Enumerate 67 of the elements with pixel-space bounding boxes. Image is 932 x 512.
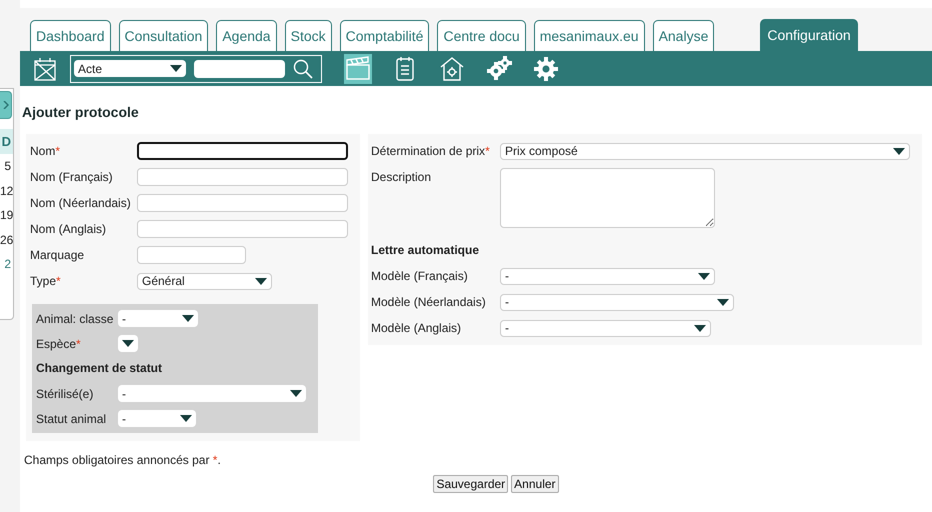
page-title: Ajouter protocole bbox=[22, 103, 140, 122]
dropdown[interactable]: Général bbox=[137, 272, 272, 290]
required-note: Champs obligatoires annoncés par *. bbox=[24, 452, 222, 469]
day-number[interactable]: 12 bbox=[0, 178, 13, 203]
section-heading: Changement de statut bbox=[36, 360, 164, 377]
search-type-dropdown[interactable]: Acte bbox=[74, 60, 186, 77]
field-label: Détermination de prix* bbox=[371, 143, 491, 160]
field-label: Espèce* bbox=[36, 336, 82, 352]
dropdown[interactable]: - bbox=[500, 294, 734, 310]
form-button[interactable]: Annuler bbox=[511, 475, 559, 493]
tab[interactable]: Centre docu bbox=[437, 20, 526, 51]
house-gear-icon bbox=[439, 56, 465, 82]
form-button[interactable]: Sauvegarder bbox=[433, 475, 508, 493]
chevron-icon bbox=[2, 101, 8, 109]
field-label: Modèle (Français) bbox=[371, 268, 469, 285]
dropdown[interactable] bbox=[118, 335, 138, 352]
caret-icon bbox=[255, 278, 267, 284]
tab[interactable]: Configuration bbox=[760, 19, 858, 51]
field-label: Modèle (Anglais) bbox=[371, 320, 462, 337]
clapperboard-icon bbox=[345, 56, 371, 82]
search-icon bbox=[293, 58, 313, 78]
calendar-icon bbox=[34, 56, 56, 80]
tab[interactable]: Consultation bbox=[118, 20, 208, 51]
dropdown[interactable]: - bbox=[500, 268, 715, 284]
dropdown[interactable]: - bbox=[118, 385, 306, 402]
field-label: Statut animal bbox=[36, 410, 108, 428]
gear-icon bbox=[533, 56, 559, 82]
field-label: Nom (Néerlandais) bbox=[30, 195, 132, 212]
text-field[interactable] bbox=[137, 142, 348, 160]
caret-icon bbox=[182, 315, 194, 322]
field-label: Stérilisé(e) bbox=[36, 386, 94, 402]
field-label: Type* bbox=[30, 273, 62, 290]
field-label: Marquage bbox=[30, 247, 86, 264]
caret-icon bbox=[122, 340, 134, 347]
caret-icon bbox=[893, 148, 905, 154]
field-label: Modèle (Néerlandais) bbox=[371, 294, 487, 311]
tab[interactable]: Agenda bbox=[216, 20, 277, 51]
search-field[interactable] bbox=[194, 60, 285, 78]
field-label: Description bbox=[371, 169, 432, 186]
field-label: Animal: classe bbox=[36, 310, 114, 328]
dropdown[interactable]: - bbox=[118, 410, 196, 427]
expand-button[interactable] bbox=[0, 91, 12, 119]
weekday-header: D bbox=[0, 129, 13, 154]
gears-icon bbox=[486, 56, 512, 82]
dropdown[interactable]: Prix composé bbox=[500, 142, 910, 160]
caret-icon bbox=[170, 65, 182, 72]
field-label: Nom (Français) bbox=[30, 169, 114, 186]
field-label: Nom* bbox=[30, 143, 62, 160]
day-number[interactable]: 2 bbox=[0, 252, 13, 276]
tab[interactable]: Analyse bbox=[652, 20, 714, 51]
caret-icon bbox=[698, 272, 710, 280]
dropdown[interactable]: - bbox=[118, 310, 198, 327]
tab[interactable]: mesanimaux.eu bbox=[534, 20, 645, 51]
tab[interactable]: Stock bbox=[284, 20, 332, 51]
caret-icon bbox=[290, 390, 302, 397]
day-number[interactable]: 19 bbox=[0, 203, 13, 228]
field-label: Nom (Anglais) bbox=[30, 221, 108, 238]
day-number[interactable]: 26 bbox=[0, 228, 13, 252]
caret-icon bbox=[694, 324, 706, 332]
description-field[interactable] bbox=[500, 168, 715, 228]
tab[interactable]: Comptabilité bbox=[340, 20, 430, 51]
day-number[interactable]: 5 bbox=[0, 154, 13, 178]
dropdown[interactable]: - bbox=[500, 320, 711, 336]
caret-icon bbox=[717, 298, 729, 306]
caret-icon bbox=[180, 415, 192, 422]
tab[interactable]: Dashboard bbox=[30, 20, 110, 51]
section-heading: Lettre automatique bbox=[371, 242, 480, 259]
